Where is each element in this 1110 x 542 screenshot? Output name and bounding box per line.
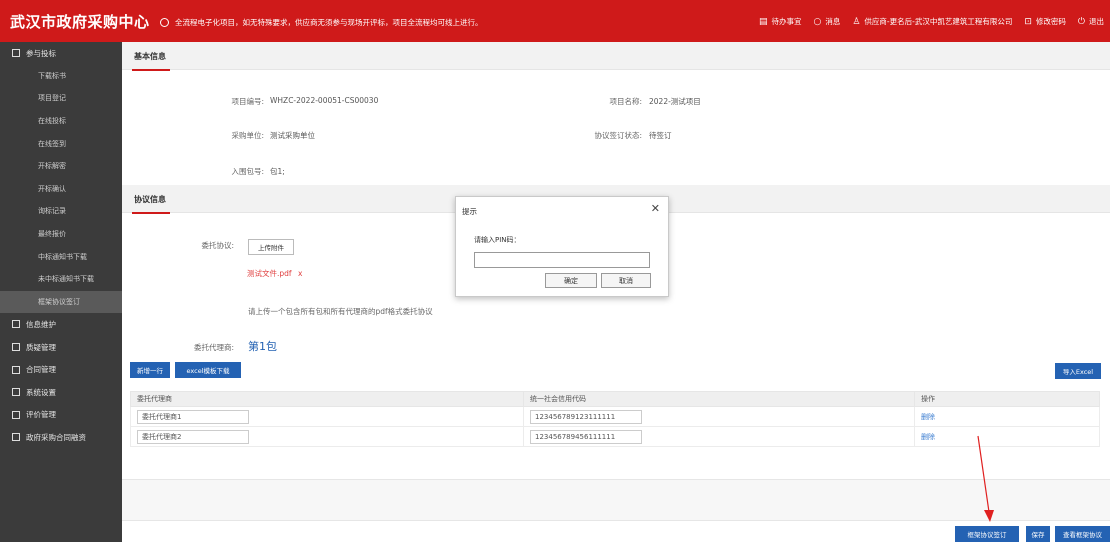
checkbox-icon bbox=[12, 49, 20, 58]
agent-package-link[interactable]: 第1包 bbox=[248, 338, 277, 354]
evaluation-icon bbox=[12, 410, 20, 419]
import-excel-button[interactable]: 导入Excel bbox=[1055, 363, 1101, 379]
nav-user[interactable]: ♙ 供应商-更名后-武汉中凯艺建筑工程有限公司 bbox=[852, 16, 1012, 27]
package-label: 入围包号: bbox=[231, 167, 264, 176]
sidebar-item-download-tender[interactable]: 下载标书 bbox=[0, 65, 122, 88]
package-value: 包1; bbox=[270, 167, 285, 176]
agreement-info-title: 协议信息 bbox=[132, 195, 170, 214]
sidebar-item-final-quote[interactable]: 最终报价 bbox=[0, 223, 122, 246]
purchaser-label: 采购单位: bbox=[231, 131, 264, 140]
file-remove-icon[interactable]: x bbox=[298, 269, 302, 278]
upload-attachment-button[interactable]: 上传附件 bbox=[248, 239, 294, 255]
nav-messages[interactable]: ○ 消息 bbox=[813, 16, 840, 27]
lock-icon: ⊡ bbox=[1024, 16, 1032, 27]
sidebar: 参与投标 下载标书 项目登记 在线投标 在线签到 开标解密 开标确认 询标记录 … bbox=[0, 42, 122, 542]
table-row: 委托代理商1 123456789123111111 删除 bbox=[130, 406, 1100, 427]
purchaser-value: 测试采购单位 bbox=[270, 131, 315, 140]
table-header-row: 委托代理商 统一社会信用代码 操作 bbox=[130, 391, 1100, 407]
sidebar-item-nonaward-notice[interactable]: 未中标通知书下载 bbox=[0, 268, 122, 291]
challenge-icon bbox=[12, 343, 20, 352]
sidebar-item-framework-sign[interactable]: 框架协议签订 bbox=[0, 290, 122, 314]
delete-row-link[interactable]: 删除 bbox=[921, 433, 935, 441]
col-header-action: 操作 bbox=[914, 391, 1100, 407]
notice-text: 全流程电子化项目，如无特殊要求，供应商无须参与现场开评标，项目全流程均可线上进行… bbox=[175, 18, 483, 27]
nav-change-password[interactable]: ⊡ 修改密码 bbox=[1024, 16, 1066, 27]
sidebar-item-inquiry-record[interactable]: 询标记录 bbox=[0, 200, 122, 223]
agent-table: 委托代理商 统一社会信用代码 操作 委托代理商1 123456789123111… bbox=[130, 391, 1100, 447]
project-no-value: WHZC-2022-00051-CS00030 bbox=[270, 96, 379, 105]
financing-icon bbox=[12, 433, 20, 442]
basic-info-title: 基本信息 bbox=[132, 52, 170, 71]
col-header-agent: 委托代理商 bbox=[130, 391, 524, 407]
excel-template-download-button[interactable]: excel模板下载 bbox=[175, 362, 241, 378]
sign-status-label: 协议签订状态: bbox=[594, 131, 642, 140]
info-icon bbox=[12, 320, 20, 329]
annotation-arrow bbox=[977, 435, 994, 522]
pin-dialog: 提示 ✕ 请输入PIN码： 确定 取消 bbox=[455, 196, 669, 297]
notice-icon bbox=[160, 18, 169, 27]
project-name-label: 项目名称: bbox=[609, 97, 642, 106]
top-bar: 武汉市政府采购中心 全流程电子化项目，如无特殊要求，供应商无须参与现场开评标，项… bbox=[0, 0, 1110, 42]
upload-hint: 请上传一个包含所有包和所有代理商的pdf格式委托协议 bbox=[248, 307, 433, 316]
col-header-credit-code: 统一社会信用代码 bbox=[523, 391, 915, 407]
sidebar-group-challenge[interactable]: 质疑管理 bbox=[0, 336, 122, 359]
sidebar-item-bid-confirm[interactable]: 开标确认 bbox=[0, 178, 122, 201]
sidebar-group-info[interactable]: 信息维护 bbox=[0, 313, 122, 336]
sidebar-group-settings[interactable]: 系统设置 bbox=[0, 381, 122, 404]
contract-icon bbox=[12, 365, 20, 374]
close-icon[interactable]: ✕ bbox=[651, 202, 660, 215]
search-icon: ○ bbox=[813, 16, 822, 27]
view-framework-button[interactable]: 查看框架协议 bbox=[1055, 526, 1110, 542]
sidebar-group-contract[interactable]: 合同管理 bbox=[0, 358, 122, 381]
uploaded-file: 测试文件.pdf x bbox=[247, 268, 302, 279]
delegate-agreement-label: 委托协议: bbox=[201, 241, 234, 250]
dialog-title: 提示 bbox=[462, 207, 477, 216]
agent-name-input[interactable]: 委托代理商1 bbox=[137, 409, 249, 424]
sidebar-item-award-notice[interactable]: 中标通知书下载 bbox=[0, 245, 122, 268]
nav-logout[interactable]: ⏻ 退出 bbox=[1078, 16, 1104, 27]
sidebar-item-online-bid[interactable]: 在线投标 bbox=[0, 110, 122, 133]
app-title: 武汉市政府采购中心 bbox=[10, 13, 150, 31]
sidebar-group-evaluation[interactable]: 评价管理 bbox=[0, 404, 122, 427]
sidebar-item-project-register[interactable]: 项目登记 bbox=[0, 87, 122, 110]
delete-row-link[interactable]: 删除 bbox=[921, 413, 935, 421]
power-icon: ⏻ bbox=[1077, 16, 1085, 27]
project-name-value: 2022-测试项目 bbox=[649, 97, 701, 106]
confirm-button[interactable]: 确定 bbox=[545, 273, 597, 288]
sidebar-group-financing[interactable]: 政府采购合同融资 bbox=[0, 426, 122, 449]
sign-status-value: 待签订 bbox=[649, 131, 672, 140]
table-row: 委托代理商2 123456789456111111 删除 bbox=[130, 426, 1100, 447]
pin-prompt: 请输入PIN码： bbox=[474, 236, 521, 244]
agent-name-input[interactable]: 委托代理商2 bbox=[137, 429, 249, 444]
cancel-button[interactable]: 取消 bbox=[601, 273, 651, 288]
project-no-label: 项目编号: bbox=[231, 97, 264, 106]
sidebar-group-bidding[interactable]: 参与投标 bbox=[0, 42, 122, 65]
notice-banner: 全流程电子化项目，如无特殊要求，供应商无须参与现场开评标，项目全流程均可线上进行… bbox=[160, 17, 483, 28]
user-icon: ♙ bbox=[852, 16, 861, 27]
framework-sign-button[interactable]: 框架协议签订 bbox=[955, 526, 1019, 542]
nav-todo[interactable]: ▤ 待办事宜 bbox=[759, 16, 802, 27]
credit-code-input[interactable]: 123456789456111111 bbox=[530, 429, 642, 444]
top-nav: ▤ 待办事宜 ○ 消息 ♙ 供应商-更名后-武汉中凯艺建筑工程有限公司 ⊡ 修改密码 ⏻… bbox=[759, 16, 1104, 27]
settings-icon bbox=[12, 388, 20, 397]
footer-strip bbox=[122, 479, 1110, 521]
file-name-link[interactable]: 测试文件.pdf bbox=[247, 269, 292, 278]
pin-input[interactable] bbox=[474, 252, 650, 268]
credit-code-input[interactable]: 123456789123111111 bbox=[530, 409, 642, 424]
todo-icon: ▤ bbox=[758, 16, 768, 27]
sidebar-item-online-signin[interactable]: 在线签到 bbox=[0, 132, 122, 155]
save-button[interactable]: 保存 bbox=[1026, 526, 1050, 542]
basic-info-header: 基本信息 bbox=[122, 42, 1110, 71]
agent-label: 委托代理商: bbox=[193, 343, 234, 352]
add-row-button[interactable]: 新增一行 bbox=[130, 362, 170, 378]
sidebar-item-bid-decrypt[interactable]: 开标解密 bbox=[0, 155, 122, 178]
